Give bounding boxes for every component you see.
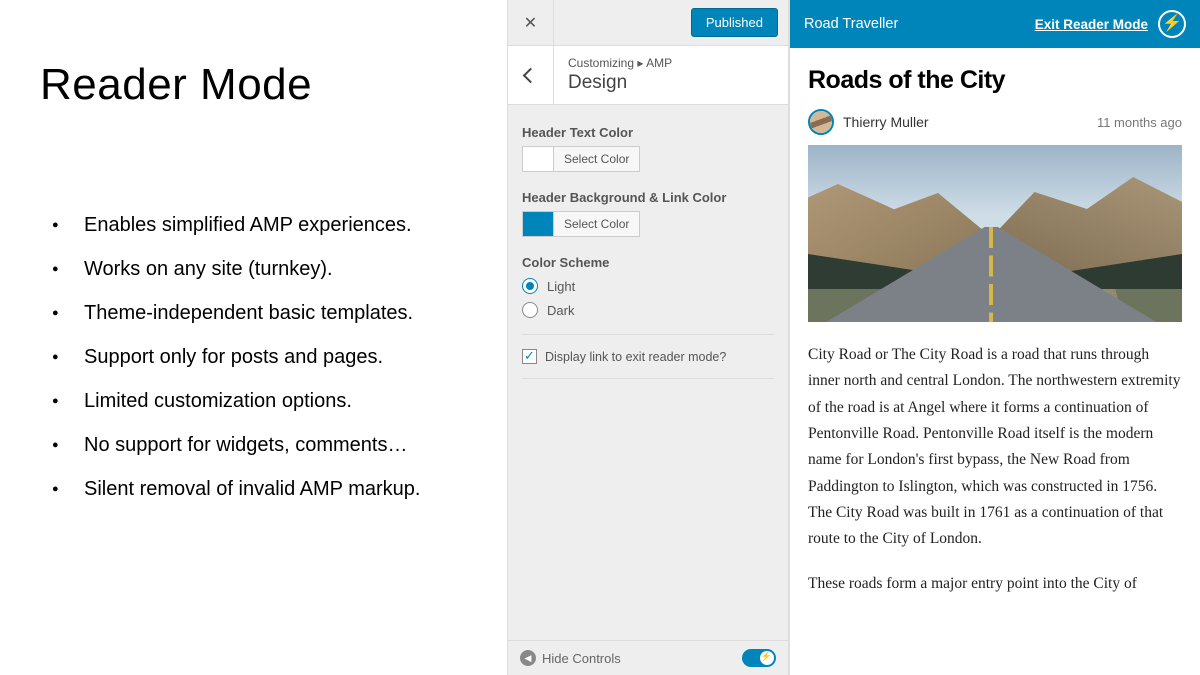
- bullet-item: Theme-independent basic templates.: [40, 298, 487, 328]
- avatar: [808, 109, 834, 135]
- close-button[interactable]: ✕: [508, 0, 554, 46]
- slide-bullets: Enables simplified AMP experiences. Work…: [40, 210, 487, 504]
- hide-controls-button[interactable]: ◀ Hide Controls: [520, 650, 621, 666]
- chevron-left-circle-icon: ◀: [520, 650, 536, 666]
- post-title: Roads of the City: [808, 66, 1182, 95]
- color-swatch[interactable]: [522, 211, 554, 237]
- preview-panel: Road Traveller Exit Reader Mode ⚡ Roads …: [789, 0, 1200, 675]
- breadcrumb-parent: Customizing: [568, 56, 634, 70]
- featured-image: [808, 145, 1182, 322]
- select-color-button[interactable]: Select Color: [554, 146, 640, 172]
- bolt-icon: ⚡: [1162, 16, 1182, 32]
- exit-link-checkbox-row[interactable]: Display link to exit reader mode?: [522, 334, 774, 379]
- customizer-footer: ◀ Hide Controls ⚡: [508, 640, 788, 675]
- breadcrumb-separator: ▸: [637, 56, 643, 70]
- hide-controls-label: Hide Controls: [542, 651, 621, 666]
- chevron-left-icon: [525, 70, 536, 81]
- paragraph: City Road or The City Road is a road tha…: [808, 342, 1182, 553]
- post-author: Thierry Muller: [843, 114, 929, 130]
- exit-reader-link[interactable]: Exit Reader Mode: [1035, 17, 1148, 32]
- post-header: Roads of the City Thierry Muller 11 mont…: [790, 48, 1200, 145]
- preview-toggle[interactable]: ⚡: [742, 649, 776, 667]
- slide-panel: Reader Mode Enables simplified AMP exper…: [0, 0, 507, 675]
- header-text-color-control: Select Color: [522, 146, 774, 172]
- amp-icon: ⚡: [1158, 10, 1186, 38]
- radio-dark[interactable]: Dark: [522, 302, 774, 318]
- slide-title: Reader Mode: [40, 60, 487, 110]
- bolt-icon: ⚡: [761, 651, 772, 662]
- radio-label: Dark: [547, 303, 574, 318]
- checkbox-icon: [522, 349, 537, 364]
- post-meta: Thierry Muller 11 months ago: [808, 109, 1182, 135]
- breadcrumb-path: Customizing ▸ AMP: [568, 56, 774, 70]
- customizer-topbar: ✕ Published: [508, 0, 788, 46]
- bullet-item: Enables simplified AMP experiences.: [40, 210, 487, 240]
- published-button[interactable]: Published: [691, 8, 778, 37]
- post-body: City Road or The City Road is a road tha…: [790, 322, 1200, 635]
- bullet-item: Support only for posts and pages.: [40, 342, 487, 372]
- header-bg-color-label: Header Background & Link Color: [522, 190, 774, 205]
- color-scheme-label: Color Scheme: [522, 255, 774, 270]
- post-date: 11 months ago: [1097, 115, 1182, 130]
- customizer-controls: Header Text Color Select Color Header Ba…: [508, 105, 788, 379]
- radio-label: Light: [547, 279, 575, 294]
- bullet-item: No support for widgets, comments…: [40, 430, 487, 460]
- close-icon: ✕: [524, 13, 537, 33]
- breadcrumb: Customizing ▸ AMP Design: [508, 46, 788, 105]
- radio-icon: [522, 278, 538, 294]
- breadcrumb-context: AMP: [646, 56, 672, 70]
- section-title: Design: [568, 72, 774, 94]
- radio-icon: [522, 302, 538, 318]
- back-button[interactable]: [508, 46, 554, 104]
- bullet-item: Silent removal of invalid AMP markup.: [40, 474, 487, 504]
- header-text-color-label: Header Text Color: [522, 125, 774, 140]
- bullet-item: Limited customization options.: [40, 386, 487, 416]
- radio-light[interactable]: Light: [522, 278, 774, 294]
- select-color-button[interactable]: Select Color: [554, 211, 640, 237]
- customizer-panel: ✕ Published Customizing ▸ AMP Design Hea…: [507, 0, 789, 675]
- checkbox-label: Display link to exit reader mode?: [545, 350, 726, 364]
- color-swatch[interactable]: [522, 146, 554, 172]
- header-bg-color-control: Select Color: [522, 211, 774, 237]
- paragraph: These roads form a major entry point int…: [808, 571, 1182, 597]
- preview-header: Road Traveller Exit Reader Mode ⚡: [790, 0, 1200, 48]
- site-title: Road Traveller: [804, 16, 898, 32]
- bullet-item: Works on any site (turnkey).: [40, 254, 487, 284]
